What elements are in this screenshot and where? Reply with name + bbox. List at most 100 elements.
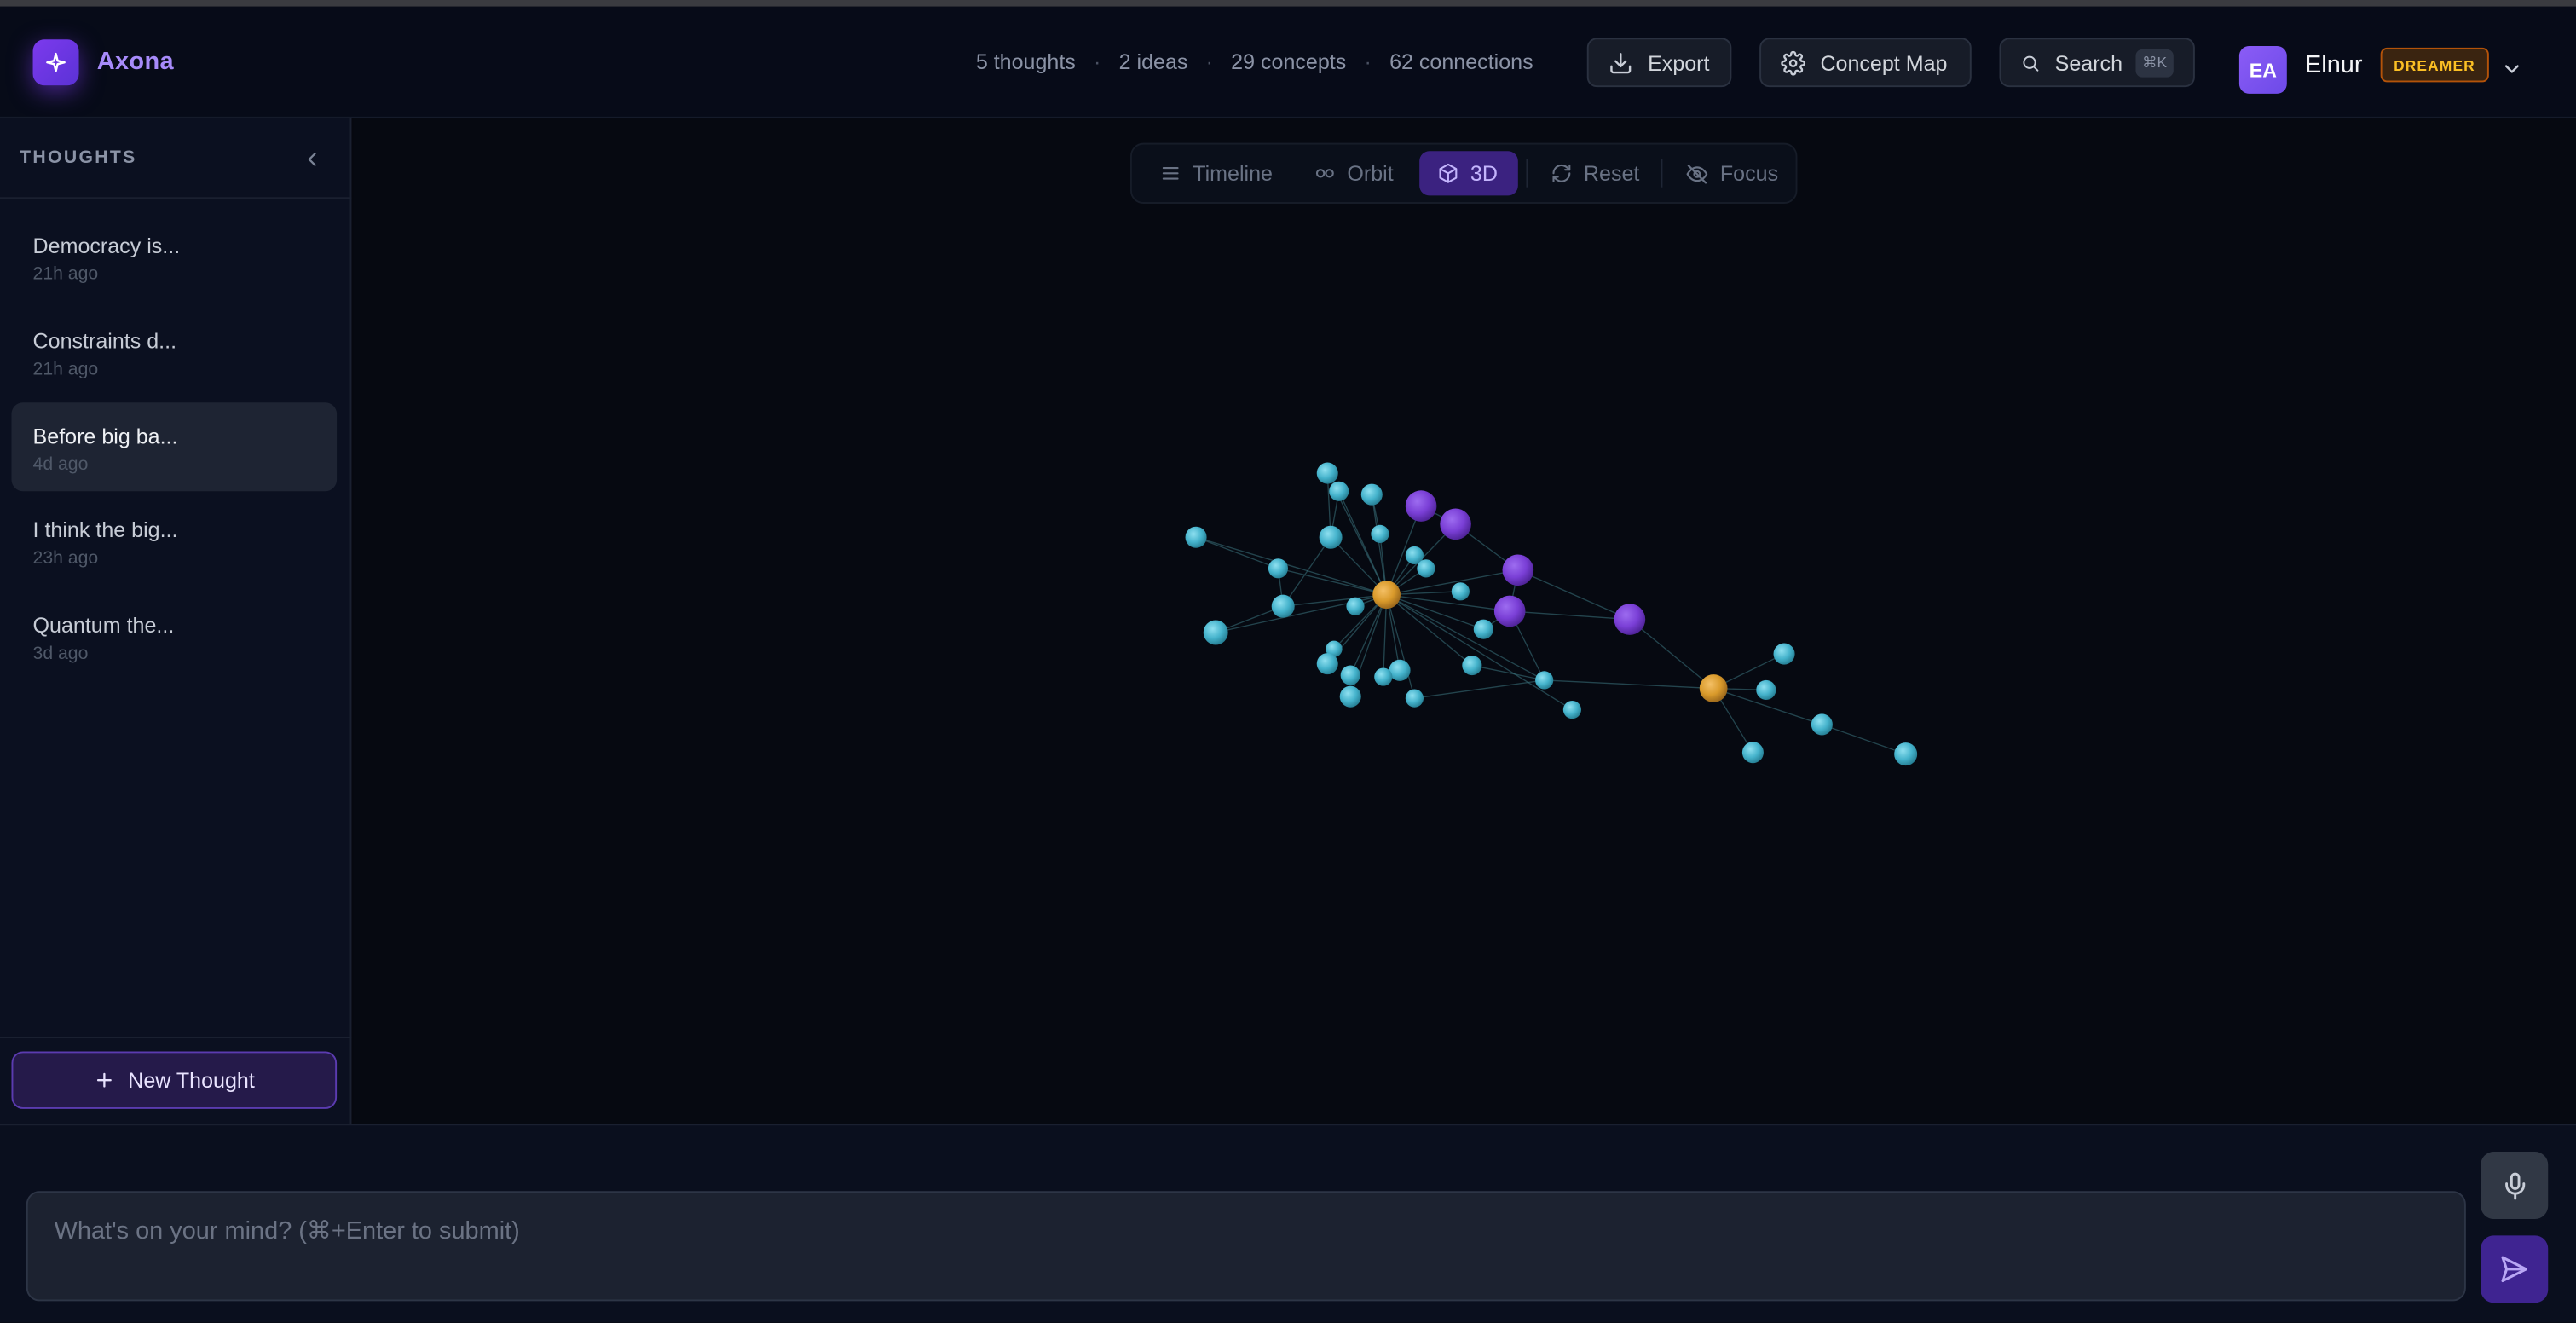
avatar[interactable]: EA [2238,45,2287,94]
concept-node[interactable] [1371,524,1389,543]
thought-title: Democracy is... [32,233,181,258]
app-logo[interactable] [32,39,79,86]
concept-node[interactable] [1462,655,1482,676]
concept-node[interactable] [1346,597,1365,615]
thoughts-sidebar: THOUGHTS Democracy is... 21h ago Constra… [0,118,352,1124]
graph-link [1385,594,1416,699]
thought-node[interactable] [1699,674,1728,702]
concept-node[interactable] [1773,643,1795,665]
app-window: Axona 5 thoughts · 2 ideas · 29 concepts · 62 … [0,0,2576,1323]
idea-node[interactable] [1502,554,1534,586]
concept-node[interactable] [1473,619,1493,639]
microphone-icon [2504,1171,2525,1199]
thought-item[interactable]: Democracy is... 21h ago [11,212,337,301]
cube-icon [1439,163,1458,183]
concept-node[interactable] [1811,713,1833,736]
graph-link [1510,610,1630,621]
new-thought-label: New Thought [128,1067,255,1093]
search-icon [2023,55,2039,71]
focus-button[interactable]: Focus [1674,151,1789,195]
stat-thoughts: 5 thoughts [975,49,1076,74]
concept-node[interactable] [1268,558,1289,579]
plus-icon [96,1072,112,1088]
concept-node[interactable] [1271,594,1295,618]
thought-item[interactable]: Constraints d... 21h ago [11,307,337,396]
knowledge-graph[interactable] [353,118,2576,1124]
concept-node[interactable] [1741,742,1764,764]
concept-node[interactable] [1894,742,1918,766]
concept-node[interactable] [1360,483,1383,506]
thought-time: 21h ago [32,360,99,380]
concept-node[interactable] [1756,679,1776,701]
concept-node[interactable] [1405,689,1424,708]
graph-link [1544,679,1714,690]
search-shortcut: ⌘K [2135,48,2174,77]
graph-link [1822,724,1906,755]
concept-node[interactable] [1185,526,1207,548]
concept-node[interactable] [1340,665,1360,685]
thought-time: 21h ago [32,264,99,285]
graph-link [1195,536,1279,569]
3d-view-button[interactable]: 3D [1419,151,1518,196]
idea-node[interactable] [1493,595,1526,627]
concept-node[interactable] [1374,667,1393,686]
stat-separator: · [1364,49,1372,74]
thought-title: Quantum the... [32,612,175,638]
export-button[interactable]: Export [1586,38,1732,88]
concept-node[interactable] [1329,481,1349,501]
app-title[interactable]: Axona [97,48,174,76]
chevron-down-icon[interactable] [2500,57,2523,80]
graph-link [1386,594,1484,630]
thought-node[interactable] [1372,581,1401,610]
stat-separator: · [1205,49,1213,74]
send-button[interactable] [2481,1235,2549,1303]
composer-panel [0,1124,2576,1323]
idea-node[interactable] [1614,604,1646,635]
thought-item[interactable]: Quantum the... 3d ago [11,592,337,680]
concept-node[interactable] [1203,620,1228,645]
thought-time: 4d ago [32,454,89,475]
graph-link [1414,679,1545,699]
orbit-view-button[interactable]: Orbit [1301,151,1412,195]
eye-off-icon [1686,164,1708,183]
stat-connections: 62 connections [1389,49,1533,74]
graph-link [1629,619,1714,690]
thought-item-active[interactable]: Before big ba... 4d ago [11,402,338,492]
3d-label: 3D [1470,160,1498,186]
stat-ideas: 2 ideas [1118,49,1188,74]
concept-node[interactable] [1535,671,1554,690]
stat-concepts: 29 concepts [1231,49,1347,74]
thought-title: Constraints d... [32,328,177,354]
refresh-icon [1552,164,1571,182]
sidebar-divider [0,197,352,199]
concept-map-label: Concept Map [1820,49,1948,75]
concept-map-button[interactable]: Concept Map [1759,38,1972,88]
concept-node[interactable] [1316,653,1338,675]
orbit-icon [1315,169,1334,178]
new-thought-button[interactable]: New Thought [11,1051,338,1109]
concept-node[interactable] [1451,582,1470,601]
thought-title: I think the big... [32,517,178,543]
thought-item[interactable]: I think the big... 23h ago [11,496,337,585]
stat-separator: · [1094,49,1101,74]
toolbar-separator [1526,159,1528,188]
concept-node[interactable] [1339,685,1361,708]
chevron-left-icon[interactable] [301,147,324,170]
concept-node[interactable] [1316,462,1338,484]
microphone-button[interactable] [2481,1152,2549,1220]
search-button[interactable]: Search ⌘K [1999,38,2195,88]
timeline-label: Timeline [1193,160,1273,186]
user-name[interactable]: Elnur [2305,51,2363,79]
concept-node[interactable] [1562,700,1582,719]
thought-time: 23h ago [32,548,99,569]
concept-node[interactable] [1319,525,1343,549]
concept-node[interactable] [1417,559,1435,578]
idea-node[interactable] [1405,490,1437,522]
thought-input[interactable] [26,1191,2466,1302]
reset-button[interactable]: Reset [1539,151,1655,195]
idea-node[interactable] [1440,508,1471,540]
toolbar-separator [1661,159,1663,188]
timeline-view-button[interactable]: Timeline [1146,151,1285,195]
export-label: Export [1648,49,1710,75]
search-label: Search [2054,49,2123,75]
